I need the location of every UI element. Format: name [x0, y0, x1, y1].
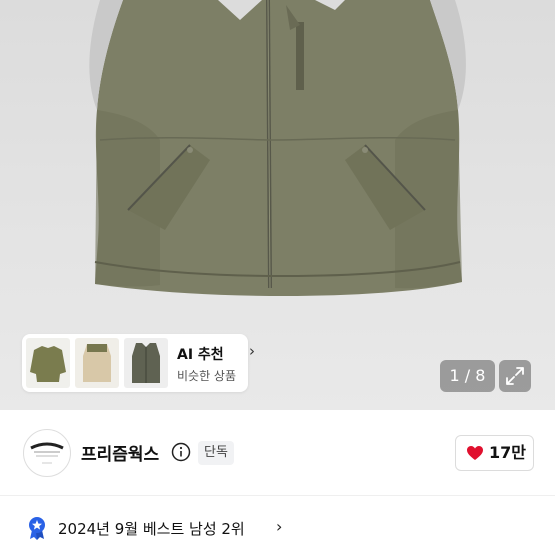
product-image[interactable]: AI 추천 › 비슷한 상품 1 / 8 — [0, 0, 555, 410]
chevron-right-icon: › — [249, 342, 255, 360]
fleece-vest-thumbnail[interactable] — [75, 338, 119, 388]
prismworks-logo-icon — [30, 442, 64, 464]
exclusive-badge: 단독 — [198, 441, 234, 465]
vest-thumbnail[interactable] — [124, 338, 168, 388]
like-count: 17만 — [489, 443, 526, 462]
expand-icon — [506, 367, 524, 385]
ai-recommend-card[interactable]: AI 추천 › 비슷한 상품 — [22, 334, 255, 392]
divider — [0, 495, 555, 496]
info-icon[interactable] — [171, 442, 191, 466]
ai-recommend-subtitle: 비슷한 상품 — [177, 369, 237, 383]
like-button[interactable]: 17만 — [455, 435, 534, 471]
heart-icon — [467, 446, 483, 460]
jacket-thumbnail[interactable] — [26, 338, 70, 388]
store-logo[interactable] — [23, 429, 71, 477]
chevron-right-icon[interactable]: › — [276, 517, 282, 536]
ranking-badge-icon — [27, 516, 47, 544]
store-name[interactable]: 프리즘웍스 — [81, 440, 159, 465]
ai-recommend-title: AI 추천 — [177, 347, 224, 363]
ranking-text[interactable]: 2024년 9월 베스트 남성 2위 — [58, 518, 245, 539]
expand-button[interactable] — [499, 360, 531, 392]
image-counter: 1 / 8 — [440, 360, 495, 392]
